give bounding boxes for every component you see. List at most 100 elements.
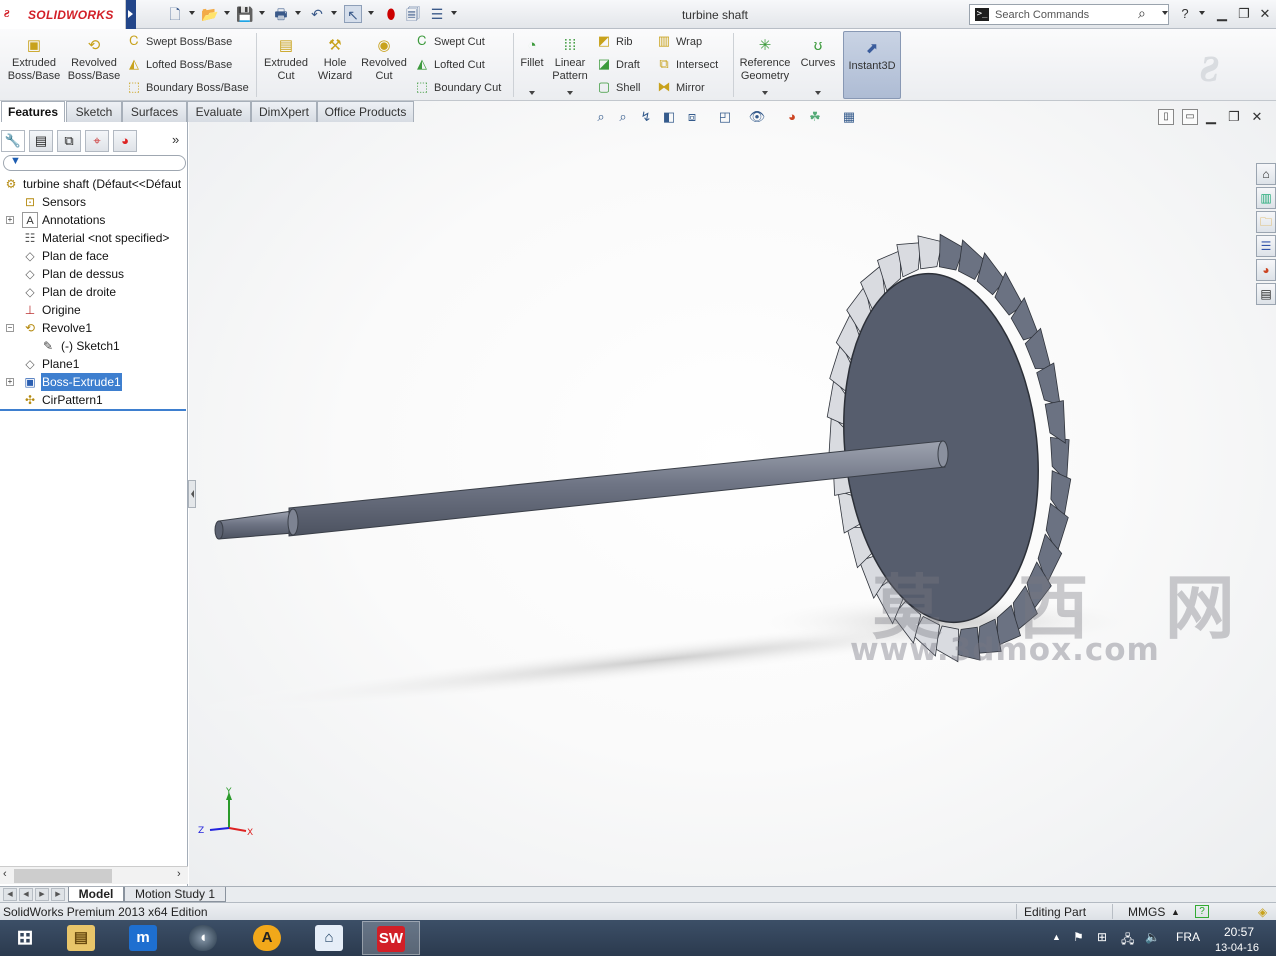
volume-icon[interactable]: 🔈 [1145,930,1160,944]
scroll-right-icon[interactable]: › [177,868,181,880]
first-tab-icon[interactable]: ◀ [3,888,17,901]
intersect-button[interactable]: ⧉ Intersect [656,56,718,74]
help-dropdown-icon[interactable] [1199,11,1205,16]
expand-icon[interactable]: + [6,378,14,386]
tab-dimxpert[interactable]: DimXpert [251,101,317,122]
swept-boss-button[interactable]: Ꮯ Swept Boss/Base [126,33,232,51]
lofted-boss-button[interactable]: ◭ Lofted Boss/Base [126,56,232,74]
taskbar-media-app[interactable]: ◖ [174,921,232,955]
action-center-flag-icon[interactable]: ⚑ [1073,930,1084,944]
taskbar-app[interactable]: ⌂ [300,921,358,955]
options-icon[interactable]: ☰ [428,5,446,23]
reference-geometry-button[interactable]: ✳ Reference Geometry [736,37,794,83]
last-tab-icon[interactable]: ▶ [51,888,65,901]
feature-tree-filter[interactable]: ▼ [3,155,186,171]
select-pointer-icon[interactable]: ↖ [344,5,362,23]
reference-geometry-dropdown-icon[interactable] [762,91,768,95]
tree-item-annotations[interactable]: + A Annotations [0,211,186,229]
taskbar-solidworks[interactable]: SW [362,921,420,955]
select-dropdown-icon[interactable] [368,11,374,16]
units-dropdown-icon[interactable]: ▲ [1171,907,1180,917]
boundary-boss-button[interactable]: ⬚ Boundary Boss/Base [126,79,249,97]
solidworks-logo[interactable]: ƨ SOLIDWORKS [0,0,126,29]
search-icon[interactable]: ⌕ [1138,5,1146,22]
tree-item-part[interactable]: ⚙ turbine shaft (Défaut<<Défaut [0,175,186,193]
save-dropdown-icon[interactable] [259,11,265,16]
tree-item-plan-de-dessus[interactable]: ◇ Plan de dessus [0,265,186,283]
show-hidden-icons-icon[interactable]: ▲ [1052,932,1061,942]
shell-button[interactable]: ▢ Shell [596,79,641,97]
property-manager-tab-icon[interactable]: ▤ [29,130,53,152]
tab-motion-study-1[interactable]: Motion Study 1 [124,887,226,902]
expand-icon[interactable]: + [6,216,14,224]
turbine-shaft-model[interactable] [189,122,1276,886]
swept-cut-button[interactable]: Ꮯ Swept Cut [414,33,484,51]
tree-item-plane1[interactable]: ◇ Plane1 [0,355,186,373]
rib-button[interactable]: ◩ Rib [596,33,633,51]
feature-manager-tab-icon[interactable]: 🔧 [1,130,25,152]
print-dropdown-icon[interactable] [295,11,301,16]
restore-window-icon[interactable]: ❐ [1235,5,1253,23]
network-icon[interactable]: 🖧 [1121,930,1134,951]
tab-model[interactable]: Model [68,887,124,902]
curves-dropdown-icon[interactable] [815,91,821,95]
revolved-cut-button[interactable]: ◉ Revolved Cut [358,37,410,83]
tag-icon[interactable]: ◈ [1258,905,1267,919]
print-icon[interactable]: 🖶 [272,5,290,23]
lofted-cut-button[interactable]: ◭ Lofted Cut [414,56,485,74]
clock-time[interactable]: 20:57 [1224,925,1254,939]
undo-dropdown-icon[interactable] [331,11,337,16]
more-tabs-chevron-icon[interactable]: » [172,132,179,147]
save-icon[interactable]: 💾 [236,5,254,23]
dimxpert-manager-tab-icon[interactable]: ⌖ [85,130,109,152]
revolved-boss-button[interactable]: ⟲ Revolved Boss/Base [64,37,124,83]
taskbar-maxthon[interactable]: m [114,921,172,955]
help-status-icon[interactable]: ? [1195,905,1209,918]
tab-sketch[interactable]: Sketch [66,101,122,122]
rollback-bar[interactable] [0,409,186,411]
curves-button[interactable]: ʊ Curves [797,37,839,70]
pattern-dropdown-icon[interactable] [567,91,573,95]
undo-icon[interactable]: ↶ [308,5,326,23]
search-dropdown-icon[interactable] [1162,11,1168,16]
tab-evaluate[interactable]: Evaluate [187,101,251,122]
help-icon[interactable]: ? [1176,5,1194,23]
boundary-cut-button[interactable]: ⬚ Boundary Cut [414,79,501,97]
scroll-left-icon[interactable]: ‹ [3,868,7,880]
rebuild-icon[interactable]: ⬮ [382,5,400,23]
prev-tab-icon[interactable]: ◀ [19,888,33,901]
wrap-button[interactable]: ▥ Wrap [656,33,702,51]
new-dropdown-icon[interactable] [189,11,195,16]
language-indicator[interactable]: FRA [1176,930,1200,944]
windows-start-button[interactable]: ⊞ [0,921,50,955]
tree-item-cirpattern1[interactable]: ✣ CirPattern1 [0,391,186,409]
file-properties-icon[interactable]: 🗐 [404,5,422,23]
tree-item-origine[interactable]: ⊥ Origine [0,301,186,319]
scroll-thumb[interactable] [14,869,112,883]
tree-item-plan-de-face[interactable]: ◇ Plan de face [0,247,186,265]
hole-wizard-button[interactable]: ⚒ Hole Wizard [313,37,357,83]
extruded-cut-button[interactable]: ▤ Extruded Cut [259,37,313,83]
fillet-button[interactable]: ◔ Fillet [516,37,548,70]
search-commands-input[interactable]: >_ Search Commands ⌕ [969,4,1169,25]
fillet-dropdown-icon[interactable] [529,91,535,95]
tree-horizontal-scrollbar[interactable]: ‹ › [0,866,188,884]
taskbar-autocad[interactable]: A [238,921,296,955]
tree-item-boss-extrude1[interactable]: + ▣ Boss-Extrude1 [0,373,186,391]
instant3d-button[interactable]: ⬈ Instant3D [843,31,901,99]
collapse-icon[interactable]: − [6,324,14,332]
minimize-window-icon[interactable]: ▁ [1213,5,1231,23]
tree-item-revolve1[interactable]: − ⟲ Revolve1 [0,319,186,337]
open-dropdown-icon[interactable] [224,11,230,16]
clock-date[interactable]: 13-04-16 [1215,942,1259,954]
options-dropdown-icon[interactable] [451,11,457,16]
new-document-icon[interactable]: 🗋 [166,5,184,23]
tree-item-material[interactable]: ☷ Material <not specified> [0,229,186,247]
windows-tray-icon[interactable]: ⊞ [1097,930,1107,944]
tab-features[interactable]: Features [1,101,65,123]
linear-pattern-button[interactable]: ⁞⁞⁞ Linear Pattern [549,37,591,83]
close-window-icon[interactable]: ✕ [1256,5,1274,23]
tab-office-products[interactable]: Office Products [317,101,414,122]
tab-surfaces[interactable]: Surfaces [122,101,187,122]
tree-item-sensors[interactable]: ⊡ Sensors [0,193,186,211]
